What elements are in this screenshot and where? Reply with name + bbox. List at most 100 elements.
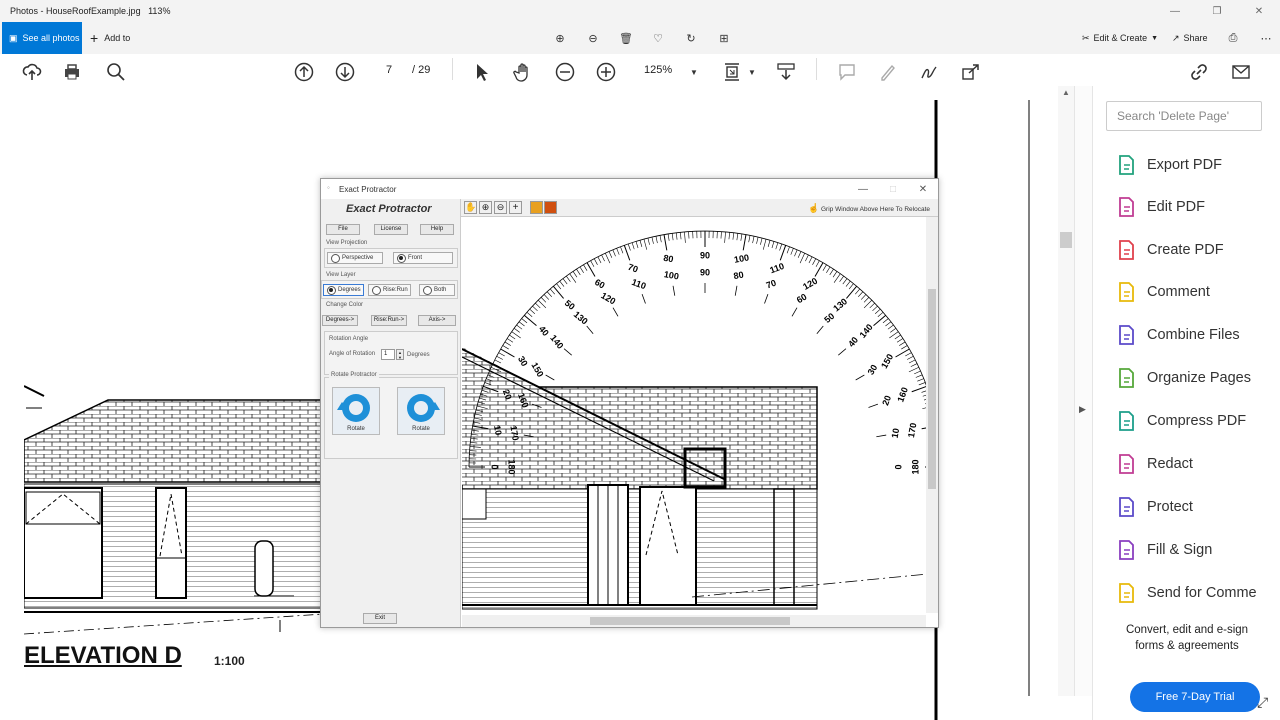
protractor-tick [562, 278, 568, 285]
hand-tool-icon[interactable] [513, 62, 533, 82]
select-cursor-icon[interactable] [472, 62, 492, 82]
rotate-counterclockwise-button[interactable]: Rotate [332, 387, 380, 435]
print-icon[interactable]: ⎙ [1225, 30, 1241, 46]
tool-protect[interactable]: Protect [1115, 494, 1193, 520]
favorite-icon[interactable]: ♡ [650, 30, 666, 46]
pan-icon[interactable]: ✋ [464, 201, 477, 214]
upload-icon[interactable] [22, 62, 42, 82]
protractor-tick [910, 363, 918, 367]
next-page-icon[interactable] [335, 62, 355, 82]
more-icon[interactable]: ⋯ [1258, 30, 1274, 46]
zoom-out-icon[interactable] [555, 62, 575, 82]
document-scrollbar[interactable]: ▲ [1058, 86, 1074, 696]
previous-page-icon[interactable] [294, 62, 314, 82]
protractor-tick [579, 266, 584, 273]
chevron-down-icon[interactable]: ▼ [742, 62, 762, 82]
zoom-in-icon[interactable]: ⊕ [552, 30, 568, 46]
license-button[interactable]: License [374, 224, 408, 235]
front-radio[interactable]: Front [393, 252, 453, 264]
degrees-color-button[interactable]: Degrees-> [322, 315, 358, 326]
angle-input[interactable]: 1 [381, 349, 395, 360]
grip-window-label[interactable]: ☝ Grip Window Above Here To Relocate [808, 203, 930, 214]
maximize-button[interactable]: □ [878, 179, 908, 199]
axis-color-button[interactable]: Axis-> [418, 315, 456, 326]
rise-run-radio[interactable]: Rise:Run [368, 284, 411, 296]
protractor-tick [667, 233, 670, 241]
angle-spinner[interactable]: ▲ ▼ [396, 349, 404, 360]
protractor-inner-tick [734, 285, 738, 296]
maximize-button[interactable]: ❐ [1196, 0, 1238, 22]
file-button[interactable]: File [326, 224, 360, 235]
scrollbar-thumb[interactable] [1060, 232, 1072, 248]
expand-panel-icon[interactable]: ▶ [1079, 404, 1086, 415]
tool-comment[interactable]: Comment [1115, 279, 1210, 305]
share-button[interactable]: ↗ Share [1172, 22, 1208, 54]
perspective-radio[interactable]: Perspective [327, 252, 383, 264]
page-fit-icon[interactable] [722, 62, 742, 82]
protractor-canvas[interactable]: 0 10 20 30 40 50 60 70 80 90 100 110 120 130 140 150 160… [462, 217, 938, 627]
minimize-button[interactable]: — [1154, 0, 1196, 22]
protractor-tick [616, 248, 620, 255]
both-radio[interactable]: Both [419, 284, 455, 296]
protractor-tick [521, 318, 528, 324]
search-icon[interactable] [106, 62, 126, 82]
rise-run-color-button[interactable]: Rise:Run-> [371, 315, 407, 326]
rotate-icon[interactable]: ↻ [683, 30, 699, 46]
comment-icon[interactable] [837, 62, 857, 82]
close-button[interactable]: ✕ [908, 179, 938, 199]
tool-compress-pdf[interactable]: Compress PDF [1115, 408, 1246, 434]
rotate-clockwise-button[interactable]: Rotate [397, 387, 445, 435]
mail-icon[interactable] [1231, 62, 1251, 82]
print-icon[interactable] [62, 62, 82, 82]
tool-send-for-comme[interactable]: Send for Comme [1115, 580, 1257, 606]
crop-icon[interactable]: ⊞ [716, 30, 732, 46]
delete-icon[interactable]: 🗑 [618, 30, 634, 46]
zoom-in-icon[interactable] [596, 62, 616, 82]
chevron-down-icon[interactable]: ▼ [684, 62, 704, 82]
capture-icon[interactable] [544, 201, 557, 214]
free-trial-button[interactable]: Free 7-Day Trial [1130, 682, 1260, 712]
see-all-photos-button[interactable]: ▣ See all photos [2, 22, 82, 54]
photos-toolbar: ▣ See all photos + Add to ⊕ ⊖ 🗑 ♡ ↻ ⊞ ✂ … [0, 22, 1280, 54]
snapshot-icon[interactable] [530, 201, 543, 214]
zoom-out-icon[interactable]: ⊖ [494, 201, 507, 214]
page-number-input[interactable]: 7 [372, 60, 406, 80]
close-window-button[interactable]: ✕ [1238, 0, 1280, 22]
zoom-out-icon[interactable]: ⊖ [585, 30, 601, 46]
tools-search-input[interactable]: Search 'Delete Page' [1106, 101, 1262, 131]
link-icon[interactable] [1189, 62, 1209, 82]
right-pane-toggle[interactable]: ▶ [1074, 86, 1092, 696]
protractor-tick [623, 245, 631, 261]
tool-fill-sign[interactable]: Fill & Sign [1115, 537, 1212, 563]
degrees-radio[interactable]: Degrees [323, 284, 364, 296]
resize-icon[interactable]: ⤢ [1257, 694, 1268, 711]
protractor-vertical-scrollbar[interactable] [926, 217, 938, 613]
tool-export-pdf[interactable]: Export PDF [1115, 152, 1222, 178]
scroll-mode-icon[interactable] [776, 62, 796, 82]
protractor-horizontal-scrollbar[interactable] [462, 615, 926, 627]
help-button[interactable]: Help [420, 224, 454, 235]
protractor-tick [762, 238, 767, 250]
add-to-button[interactable]: + Add to [90, 22, 130, 54]
tool-combine-files[interactable]: Combine Files [1115, 322, 1240, 348]
tool-organize-pages[interactable]: Organize Pages [1115, 365, 1251, 391]
tool-edit-pdf[interactable]: Edit PDF [1115, 194, 1205, 220]
sign-icon[interactable] [919, 62, 939, 82]
outer-degree-label: 140 [857, 322, 874, 340]
highlight-icon[interactable] [878, 62, 898, 82]
zoom-in-icon[interactable]: ⊕ [479, 201, 492, 214]
protractor-title-bar[interactable]: ◦ Exact Protractor — □ ✕ [321, 179, 938, 199]
tool-create-pdf[interactable]: Create PDF [1115, 237, 1224, 263]
edit-create-button[interactable]: ✂ Edit & Create ▼ [1082, 22, 1158, 54]
send-comment-icon [1119, 583, 1134, 603]
scroll-up-icon[interactable]: ▲ [1062, 88, 1070, 97]
crosshair-icon[interactable]: + [509, 201, 522, 214]
protractor-tick [526, 311, 533, 317]
zoom-level-dropdown[interactable]: 125% [644, 60, 672, 80]
share-file-icon[interactable] [961, 62, 981, 82]
minimize-button[interactable]: — [848, 179, 878, 199]
scrollbar-thumb[interactable] [928, 289, 936, 489]
tool-redact[interactable]: Redact [1115, 451, 1193, 477]
exit-button[interactable]: Exit [363, 613, 397, 624]
scrollbar-thumb[interactable] [590, 617, 790, 625]
